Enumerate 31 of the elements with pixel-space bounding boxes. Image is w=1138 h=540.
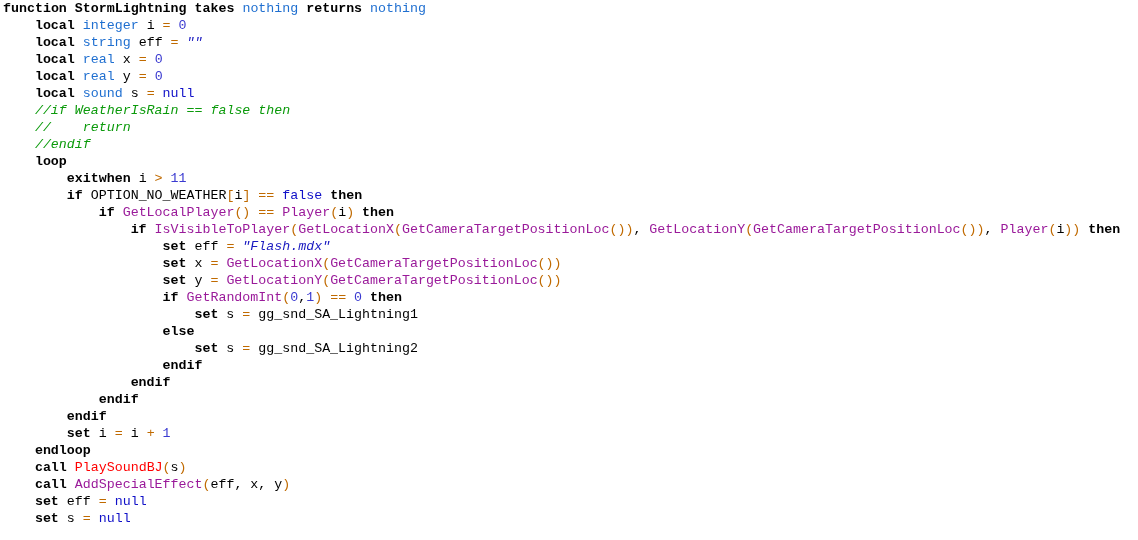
code-line: set s = gg_snd_SA_Lightning2 (194, 340, 418, 357)
code-line: else (162, 323, 195, 340)
code-line: call AddSpecialEffect(eff, x, y) (34, 476, 291, 493)
code-line: set i = i + 1 (66, 425, 171, 442)
code-line: endloop (34, 442, 91, 459)
code-line: if OPTION_NO_WEATHER[i] == false then (66, 187, 363, 204)
code-line: set y = GetLocationY(GetCameraTargetPositionLoc()) (162, 272, 562, 289)
code-line: set eff = null (34, 493, 147, 510)
code-line: endif (66, 408, 107, 425)
code-line: exitwhen i > 11 (66, 170, 187, 187)
code-line: //if WeatherIsRain == false then (34, 102, 291, 119)
code-line: //endif (34, 136, 91, 153)
code-line: local integer i = 0 (34, 17, 187, 34)
code-line: set s = gg_snd_SA_Lightning1 (194, 306, 418, 323)
code-line: local sound s = null (34, 85, 195, 102)
code-line: set x = GetLocationX(GetCameraTargetPositionLoc()) (162, 255, 562, 272)
code-line: function StormLightning takes nothing returns nothing (3, 0, 426, 17)
code-line: endif (162, 357, 203, 374)
code-line: endif (130, 374, 171, 391)
code-line: endif (98, 391, 139, 408)
code-line: local real x = 0 (34, 51, 163, 68)
code-line: set s = null (34, 510, 131, 527)
code-line: local string eff = "" (34, 34, 203, 51)
code-line: local real y = 0 (34, 68, 163, 85)
code-line: if IsVisibleToPlayer(GetLocationX(GetCameraTargetPositionLoc()), GetLocationY(GetCameraTargetPositionLoc()), Player(i)) then (130, 221, 1121, 238)
code-line: set eff = "Flash.mdx" (162, 238, 331, 255)
code-line: call PlaySoundBJ(s) (34, 459, 187, 476)
code-line: loop (34, 153, 67, 170)
code-line: if GetLocalPlayer() == Player(i) then (98, 204, 395, 221)
code-line: // return (34, 119, 131, 136)
code-line: if GetRandomInt(0,1) == 0 then (162, 289, 402, 306)
